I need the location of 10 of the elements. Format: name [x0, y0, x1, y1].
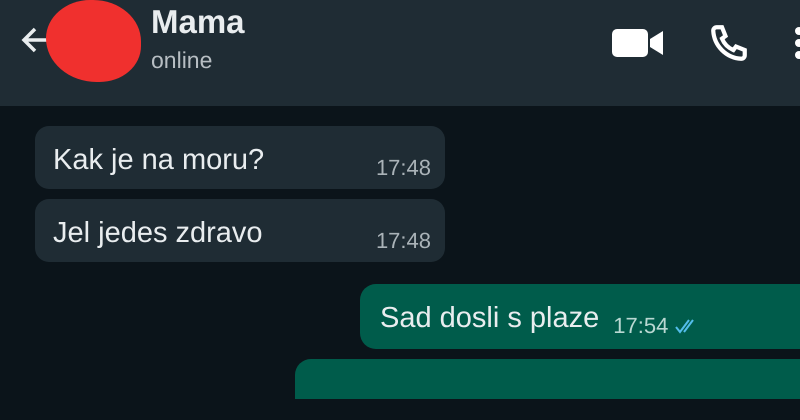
contact-status: online [151, 46, 214, 74]
contact-name: Mama [151, 2, 246, 40]
message-time: 17:48 [376, 155, 431, 181]
message-text: Sad dosli s plaze [380, 302, 600, 335]
message-text: Jel jedes zdravo [53, 217, 263, 250]
message-time: 17:54 [613, 313, 668, 339]
video-camera-icon[interactable] [612, 27, 664, 59]
phone-icon[interactable] [708, 22, 750, 64]
message-text: Kak je na moru? [53, 144, 264, 177]
message-time: 17:48 [376, 228, 431, 254]
